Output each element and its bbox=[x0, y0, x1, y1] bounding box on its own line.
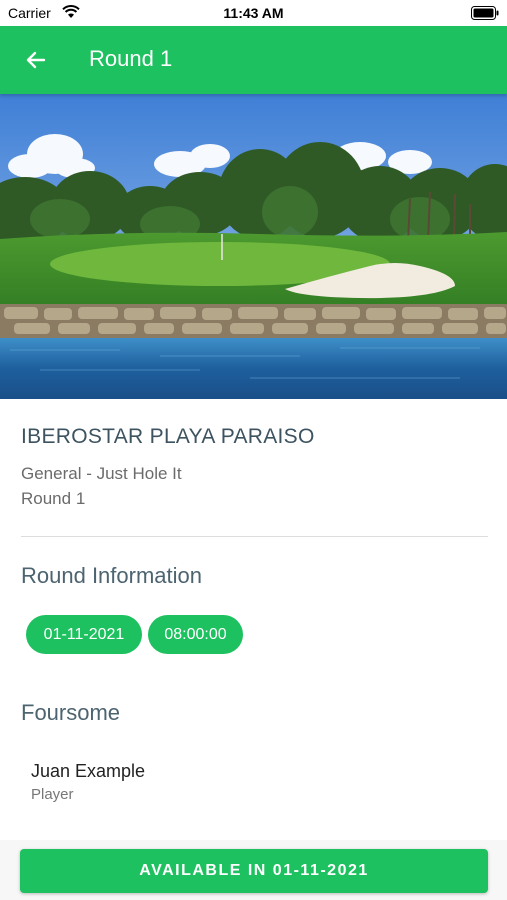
course-name: IBEROSTAR PLAYA PARAISO bbox=[21, 425, 315, 448]
round-information-heading: Round Information bbox=[21, 563, 202, 588]
back-button[interactable] bbox=[18, 42, 54, 78]
divider bbox=[21, 536, 488, 537]
page-title: Round 1 bbox=[89, 46, 173, 71]
clock: 11:43 AM bbox=[223, 5, 284, 21]
availability-button[interactable]: AVAILABLE IN 01-11-2021 bbox=[20, 849, 488, 893]
round-label: Round 1 bbox=[21, 489, 86, 508]
golf-course-illustration bbox=[0, 94, 507, 399]
course-hero-image bbox=[0, 94, 507, 399]
app-bar: Round 1 bbox=[0, 26, 507, 94]
player-role: Player bbox=[31, 786, 74, 803]
tournament-subtitle: General - Just Hole It bbox=[21, 464, 182, 483]
date-chip: 01-11-2021 bbox=[26, 615, 142, 654]
time-chip: 08:00:00 bbox=[148, 615, 243, 654]
battery-icon bbox=[471, 6, 499, 20]
arrow-left-icon bbox=[26, 51, 46, 69]
status-bar: Carrier 11:43 AM bbox=[0, 0, 507, 26]
foursome-heading: Foursome bbox=[21, 700, 121, 725]
player-name: Juan Example bbox=[31, 761, 146, 781]
